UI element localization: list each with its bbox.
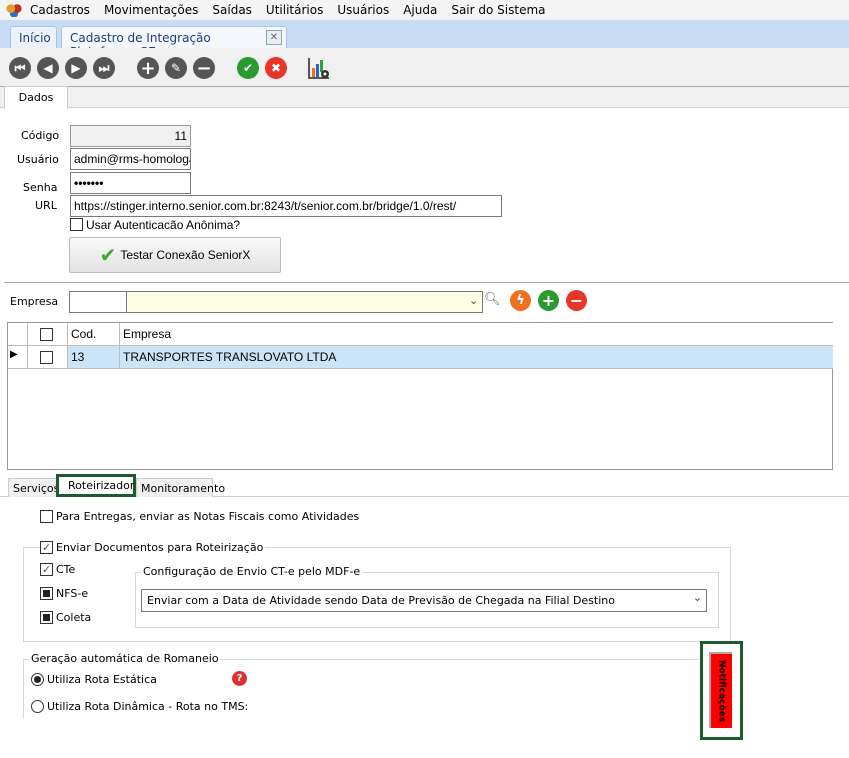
row-indicator-icon: ▶	[8, 346, 28, 369]
notificacoes-button[interactable]: Notificações	[709, 652, 732, 728]
codigo-field: 11	[70, 125, 191, 147]
tab-roteirizador[interactable]: Roteirizador	[56, 474, 136, 497]
chart-settings-button[interactable]	[307, 57, 329, 79]
grid-select-all-header	[28, 323, 68, 346]
select-all-checkbox[interactable]	[40, 328, 53, 341]
menu-bar: Cadastros Movimentações Saídas Utilitári…	[0, 0, 849, 20]
chart-settings-icon	[308, 58, 329, 79]
confirm-button[interactable]: ✔	[237, 57, 259, 79]
senha-label: Senha	[23, 181, 58, 194]
tab-servicos[interactable]: Serviços	[8, 478, 58, 497]
delete-button[interactable]: −	[193, 57, 215, 79]
document-tabs: Início Cadastro de Integração Plataforma…	[0, 20, 849, 59]
anonima-checkbox[interactable]	[70, 218, 83, 231]
last-record-button[interactable]: ⏭	[93, 57, 115, 79]
grid-header-cod[interactable]: Cod.	[68, 323, 120, 346]
menu-sair[interactable]: Sair do Sistema	[451, 3, 545, 17]
rota-dinamica-radio[interactable]	[31, 700, 44, 713]
coleta-checkbox[interactable]	[40, 611, 53, 624]
tab-cadastro-integracao[interactable]: Cadastro de Integração Plataforma G7 ✕	[61, 26, 287, 59]
toolbar: ⏮ ◀ ▶ ⏭ + ✎ − ✔ ✖	[0, 48, 849, 86]
rota-estatica-label: Utiliza Rota Estática	[47, 673, 157, 686]
check-icon: ✔	[99, 244, 117, 267]
cte-checkbox[interactable]: ✓	[40, 563, 53, 576]
button-label: Notificações	[716, 659, 727, 723]
row-checkbox[interactable]	[40, 351, 53, 364]
table-row-cod[interactable]: 13	[68, 346, 120, 369]
tab-dados[interactable]: Dados	[4, 86, 68, 109]
button-label: Testar Conexão SeniorX	[120, 248, 251, 262]
menu-utilitarios[interactable]: Utilitários	[266, 3, 323, 17]
tab-label: Serviços	[13, 482, 58, 495]
menu-movimentacoes[interactable]: Movimentações	[104, 3, 198, 17]
tab-inicio[interactable]: Início	[10, 26, 57, 48]
empresa-code-field[interactable]	[69, 291, 127, 313]
table-row-checkbox-cell	[28, 346, 68, 369]
testar-conexao-button[interactable]: ✔ Testar Conexão SeniorX	[69, 237, 281, 273]
tab-label: Roteirizador	[68, 479, 135, 492]
empresa-select[interactable]	[126, 291, 483, 313]
cte-label: CTe	[56, 563, 76, 576]
nfse-label: NFS-e	[56, 587, 89, 600]
menu-saidas[interactable]: Saídas	[212, 3, 252, 17]
menu-ajuda[interactable]: Ajuda	[403, 3, 437, 17]
cancel-button[interactable]: ✖	[265, 57, 287, 79]
grid-header-empresa[interactable]: Empresa	[120, 323, 833, 346]
grid-indicator-header	[8, 323, 28, 346]
enviar-documentos-label: Enviar Documentos para Roteirização	[54, 541, 266, 554]
coleta-label: Coleta	[56, 611, 92, 624]
rota-dinamica-label: Utiliza Rota Dinâmica - Rota no TMS:	[47, 700, 249, 713]
close-tab-icon[interactable]: ✕	[266, 30, 282, 45]
tab-label: Dados	[18, 91, 54, 104]
help-icon[interactable]: ?	[232, 671, 247, 686]
tab-monitoramento[interactable]: Monitoramento	[136, 478, 225, 497]
url-label: URL	[35, 199, 57, 212]
chevron-down-icon: ⌄	[692, 591, 702, 604]
empresa-grid: Cod. Empresa ▶ 13 TRANSPORTES TRANSLOVAT…	[7, 322, 833, 470]
remove-empresa-button[interactable]: −	[566, 290, 587, 311]
divider	[4, 282, 849, 283]
usuario-field[interactable]: admin@rms-homologaca	[70, 148, 191, 170]
tab-label: Monitoramento	[141, 482, 226, 495]
config-envio-select[interactable]: Enviar com a Data de Atividade sendo Dat…	[141, 589, 707, 612]
notas-checkbox[interactable]	[40, 510, 53, 523]
table-row-empresa[interactable]: TRANSPORTES TRANSLOVATO LTDA	[120, 346, 833, 369]
senha-field[interactable]: •••••••	[70, 172, 191, 194]
menu-cadastros[interactable]: Cadastros	[30, 3, 90, 17]
url-field[interactable]: https://stinger.interno.senior.com.br:82…	[70, 195, 502, 217]
chevron-down-icon[interactable]: ⌄	[469, 294, 478, 307]
rota-estatica-radio[interactable]	[31, 673, 44, 686]
codigo-label: Código	[21, 129, 60, 142]
empresa-label: Empresa	[10, 295, 59, 308]
romaneio-label: Geração automática de Romaneio	[29, 652, 221, 665]
config-envio-label: Configuração de Envio CT-e pelo MDF-e	[141, 565, 363, 578]
lightning-button[interactable]: ϟ	[510, 290, 531, 311]
app-logo-icon	[6, 3, 22, 17]
menu-usuarios[interactable]: Usuários	[337, 3, 389, 17]
select-value: Enviar com a Data de Atividade sendo Dat…	[147, 594, 616, 607]
next-record-button[interactable]: ▶	[65, 57, 87, 79]
add-button[interactable]: +	[137, 57, 159, 79]
tab-label: Início	[19, 31, 51, 45]
previous-record-button[interactable]: ◀	[37, 57, 59, 79]
usuario-label: Usuário	[17, 153, 59, 166]
search-icon[interactable]: 🔍︎	[484, 292, 501, 307]
edit-button[interactable]: ✎	[165, 57, 187, 79]
nfse-checkbox[interactable]	[40, 587, 53, 600]
first-record-button[interactable]: ⏮	[9, 57, 31, 79]
enviar-documentos-checkbox[interactable]: ✓	[40, 541, 53, 554]
anonima-label: Usar Autenticacão Anônima?	[86, 218, 241, 232]
add-empresa-button[interactable]: +	[538, 290, 559, 311]
form-tabstrip	[0, 86, 849, 108]
notas-label: Para Entregas, enviar as Notas Fiscais c…	[56, 510, 360, 523]
